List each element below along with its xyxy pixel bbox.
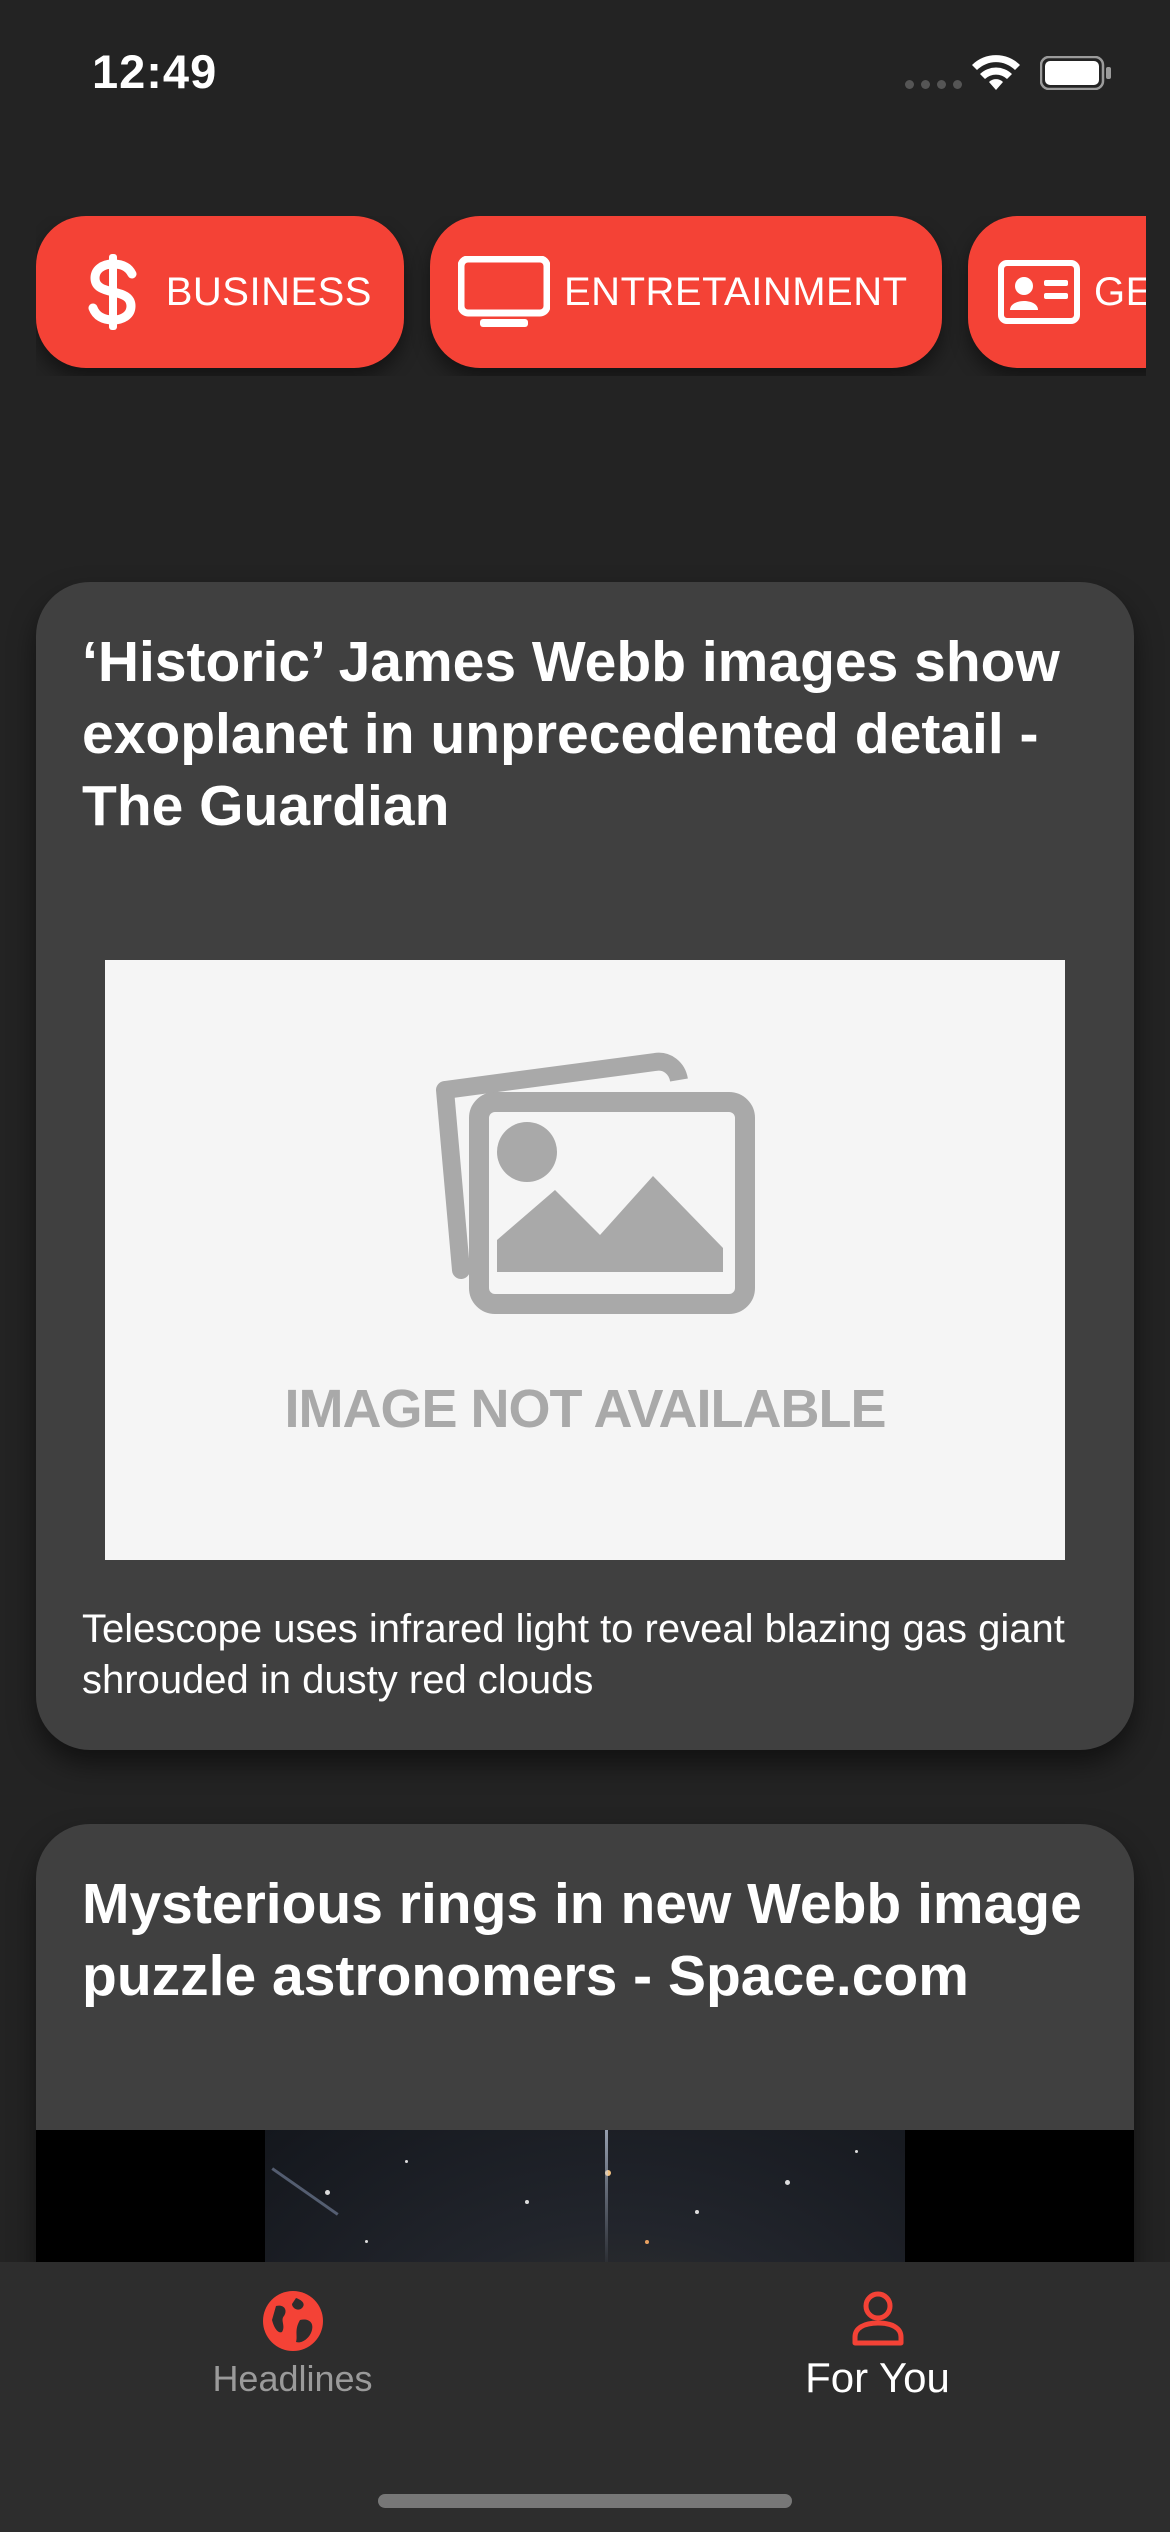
dollar-icon (74, 254, 152, 330)
article-card[interactable]: ‘Historic’ James Webb images show exopla… (36, 582, 1134, 1750)
tab-label: For You (805, 2354, 950, 2401)
status-bar: 12:49 (0, 0, 1170, 150)
article-image-placeholder: IMAGE NOT AVAILABLE (105, 960, 1065, 1560)
tab-headlines[interactable]: Headlines (0, 2262, 585, 2462)
globe-icon (262, 2290, 324, 2357)
cellular-signal-icon (905, 80, 962, 89)
article-title: ‘Historic’ James Webb images show exopla… (82, 630, 1060, 838)
home-indicator (378, 2494, 792, 2508)
image-not-available-text: IMAGE NOT AVAILABLE (284, 1379, 887, 1439)
article-title: Mysterious rings in new Webb image puzzl… (82, 1872, 1082, 2008)
tab-for-you[interactable]: For You (585, 2262, 1170, 2462)
id-card-icon (998, 260, 1080, 324)
battery-icon (1039, 55, 1112, 95)
category-chip-label: BUSINESS (165, 269, 372, 314)
image-placeholder-icon (405, 1040, 765, 1345)
category-chip-entertainment[interactable]: ENTRETAINMENT (430, 216, 942, 368)
app-screen: 12:49 BUSINESS ENTRETAINMENT GE ‘Histori… (0, 0, 1170, 2532)
article-description: Telescope uses infrared light to reveal … (82, 1607, 1065, 1702)
category-chip-label: ENTRETAINMENT (564, 269, 908, 314)
category-chip-label: GE (1094, 269, 1146, 314)
tab-label: Headlines (212, 2358, 373, 2399)
category-chip-general[interactable]: GE (968, 216, 1146, 368)
bottom-tab-bar: Headlines For You (0, 2262, 1170, 2532)
tv-icon (458, 256, 550, 328)
category-chip-business[interactable]: BUSINESS (36, 216, 404, 368)
person-icon (850, 2290, 906, 2351)
status-time: 12:49 (92, 45, 218, 98)
wifi-icon (970, 52, 1022, 97)
category-row: BUSINESS ENTRETAINMENT GE (36, 216, 1146, 376)
